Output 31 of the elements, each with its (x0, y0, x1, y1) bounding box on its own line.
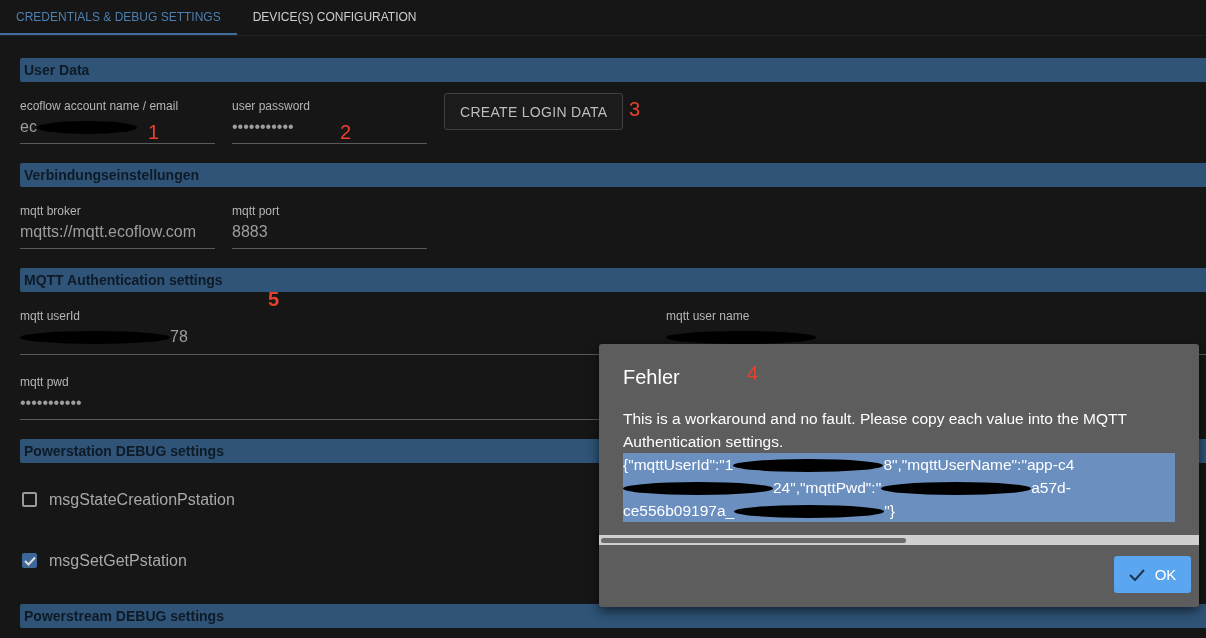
field-label: mqtt userId (20, 309, 82, 323)
annotation-number: 3 (629, 98, 641, 121)
tab[interactable]: DEVICE(S) CONFIGURATION (236, 0, 433, 35)
checkbox-label: msgStateCreationPstation (49, 490, 235, 509)
annotation-number: 4 (747, 362, 759, 385)
field-label: user password (232, 99, 312, 113)
input-field[interactable]: 8883 (232, 222, 268, 242)
annotation-number: 5 (268, 288, 280, 311)
section-title: User Data (24, 62, 90, 78)
field-label: mqtt user name (666, 309, 751, 323)
selected-json-text: {"mqttUserId":"1 8","mqttUserName":"app-c4 24","mqttPwd":" a57d-ce556b09197a_ "} (623, 453, 1175, 522)
field-label: ecoflow account name / email (20, 99, 180, 113)
section-title: MQTT Authentication settings (24, 272, 223, 288)
input-field[interactable]: ec (20, 117, 137, 137)
annotation-number: 1 (148, 121, 160, 144)
field-label: mqtt broker (20, 204, 82, 218)
create-login-button[interactable]: CREATE LOGIN DATA (444, 93, 624, 130)
input-field[interactable]: mqtts://mqtt.ecoflow.com (20, 222, 197, 242)
field-label: mqtt pwd (20, 374, 70, 389)
dialog-message: This is a workaround and no fault. Please copy each value into the MQTT Authentication settings. (623, 409, 1128, 452)
section-title: Powerstream DEBUG settings (24, 607, 224, 624)
input-field[interactable]: ••••••••••• (232, 117, 294, 137)
section-title: Powerstation DEBUG settings (24, 442, 224, 459)
input-field[interactable]: ••••••••••• (20, 392, 82, 413)
section-title: Verbindungseinstellungen (24, 167, 200, 183)
input-field[interactable]: 78 (20, 327, 188, 347)
dialog-title: Fehler (623, 366, 680, 388)
checkbox-label: msgSetGetPstation (49, 551, 187, 570)
annotation-number: 2 (340, 121, 352, 144)
tab[interactable]: CREDENTIALS & DEBUG SETTINGS (0, 0, 237, 35)
field-label: mqtt port (232, 204, 281, 218)
